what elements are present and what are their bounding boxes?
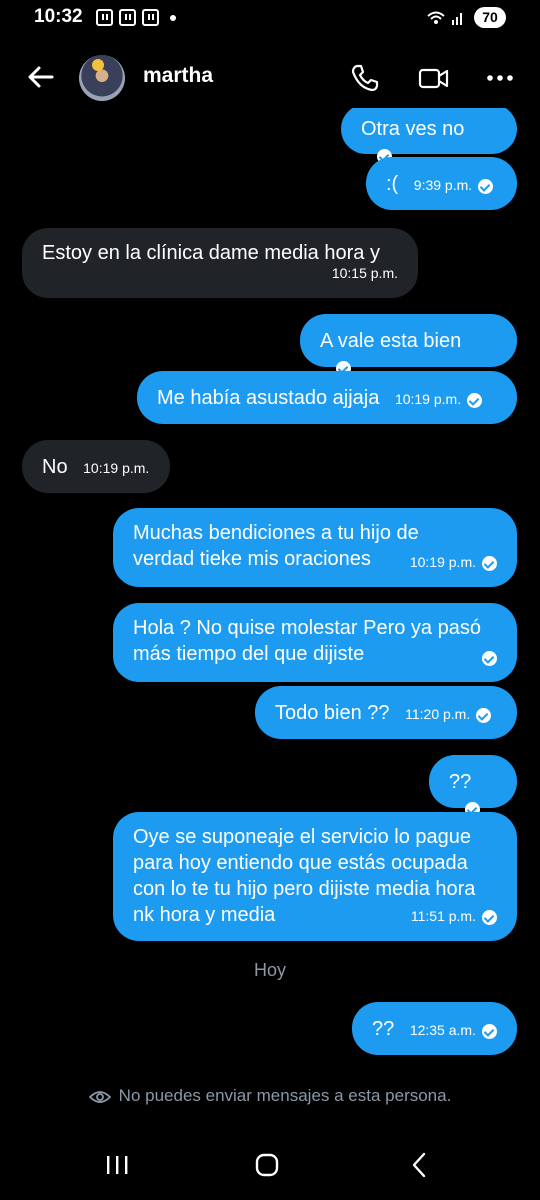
message-bubble-incoming[interactable]: Estoy en la clínica dame media hora y 10… [22,228,418,298]
home-icon[interactable] [250,1148,284,1182]
twitch-notification-icon [119,9,136,26]
read-check-icon [481,1023,497,1039]
message-text: Me había asustado ajjaja [157,387,380,409]
message-text: No [42,456,68,478]
message-bubble-outgoing[interactable]: Todo bien ?? 11:20 p.m. [255,686,517,739]
eye-icon [88,1090,111,1103]
battery-indicator: 70 [474,7,506,28]
message-time: 12:35 a.m. [409,1021,476,1038]
read-check-icon [482,555,497,571]
message-text: A vale esta bien [320,330,462,352]
notice-text: No puedes enviar mensajes a esta persona… [118,1086,452,1105]
system-navigation-bar [0,1130,540,1200]
back-arrow-icon[interactable] [24,60,58,94]
message-bubble-outgoing[interactable]: ?? 12:35 a.m. [352,1002,517,1055]
back-nav-icon[interactable] [403,1148,437,1182]
message-bubble-outgoing[interactable]: Hola ? No quise molestar Pero ya pasó má… [113,603,517,682]
message-bubble-outgoing[interactable]: ?? [429,755,517,817]
message-time: 11:51 p.m. [410,908,476,924]
message-bubble-outgoing[interactable]: A vale esta bien [300,314,517,376]
message-bubble-outgoing[interactable]: Muchas bendiciones a tu hijo de verdad t… [113,508,517,587]
day-separator: Hoy [253,960,286,980]
message-text: Estoy en la clínica dame media hora y [42,242,380,264]
message-bubble-outgoing[interactable]: Me había asustado ajjaja 10:19 p.m. [137,371,517,424]
recent-apps-icon[interactable] [100,1148,134,1182]
more-options-icon[interactable] [484,62,516,94]
conversation-header: martha [0,48,540,108]
message-text: Todo bien ?? [275,702,390,724]
status-bar: 10:32 70 [0,0,540,36]
message-bubble-outgoing[interactable]: Oye se suponeaje el servicio lo pague pa… [113,812,517,941]
message-text: Muchas bendiciones a tu hijo de verdad t… [133,522,419,570]
message-bubble-incoming[interactable]: No 10:19 p.m. [22,440,170,493]
cannot-message-notice: No puedes enviar mensajes a esta persona… [0,1086,540,1106]
message-time: 10:19 p.m. [409,554,476,570]
video-call-icon[interactable] [417,62,449,94]
message-time: 10:15 p.m. [331,265,398,281]
message-bubble-outgoing[interactable]: :( 9:39 p.m. [366,157,517,210]
twitch-notification-icon [142,9,159,26]
message-bubble-outgoing[interactable]: Otra ves no [341,108,517,164]
message-time: 10:19 p.m. [83,459,150,476]
read-check-icon [467,392,483,408]
message-text: ?? [449,771,472,793]
more-notifications-icon [170,15,176,21]
twitch-notification-icon [96,9,113,26]
message-time: 9:39 p.m. [413,176,473,193]
contact-name[interactable]: martha [143,64,213,88]
message-text: :( [386,173,399,195]
message-text: Otra ves no [361,118,465,140]
message-time: 10:19 p.m. [394,390,462,407]
message-text: Hola ? No quise molestar Pero ya pasó má… [133,617,481,665]
read-check-icon [476,707,492,723]
status-time: 10:32 [34,6,83,27]
message-list[interactable]: Otra ves no :( 9:39 p.m. Estoy en la clí… [0,108,540,1076]
read-check-icon [482,650,497,666]
message-text: ?? [372,1018,395,1040]
message-time: 11:20 p.m. [405,705,471,722]
wifi-signal-icon [427,11,462,25]
emoji-sticker-icon [92,59,104,71]
read-check-icon [478,178,494,194]
phone-call-icon[interactable] [349,62,381,94]
read-check-icon [482,909,497,925]
